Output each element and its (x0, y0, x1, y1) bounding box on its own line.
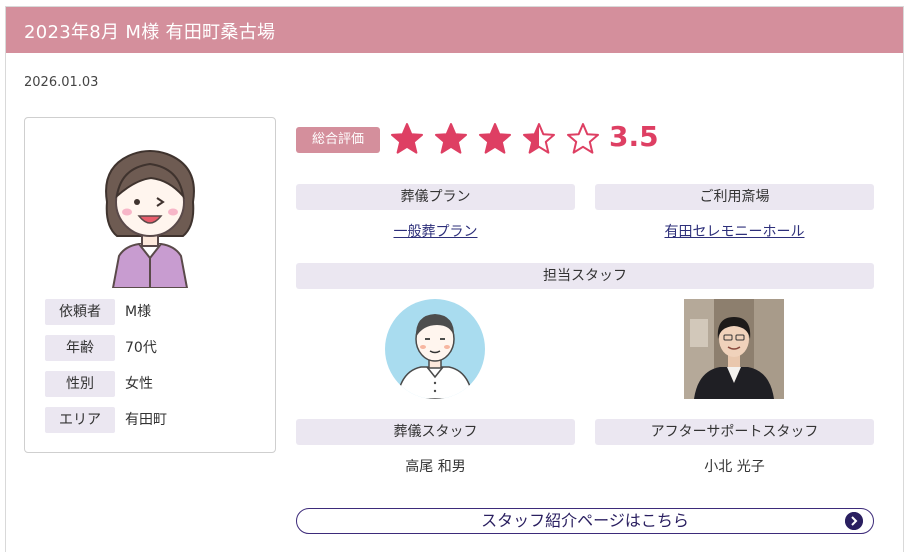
star-full-icon (435, 123, 467, 154)
staff-intro-label: スタッフ紹介ページはこちら (481, 511, 689, 530)
star-full-icon (391, 123, 423, 154)
star-half-icon (523, 123, 555, 154)
requester-label: 依頼者 (45, 299, 115, 325)
chevron-right-icon (845, 512, 863, 530)
funeral-staff-avatar-icon (385, 299, 485, 399)
gender-value: 女性 (125, 376, 153, 392)
rating-value: 3.5 (609, 120, 659, 153)
customer-avatar-icon (105, 150, 195, 288)
after-support-staff-name: 小北 光子 (704, 459, 765, 475)
area-label: エリア (45, 407, 115, 433)
gender-label: 性別 (45, 371, 115, 397)
review-title: 2023年8月 M様 有田町桑古場 (24, 22, 276, 43)
staff-intro-button[interactable]: スタッフ紹介ページはこちら (296, 508, 874, 534)
overall-rating-badge: 総合評価 (296, 127, 380, 153)
plan-label: 葬儀プラン (296, 184, 575, 210)
venue-link[interactable]: 有田セレモニーホール (595, 221, 874, 241)
post-date: 2026.01.03 (24, 75, 99, 90)
funeral-staff-label: 葬儀スタッフ (296, 419, 575, 445)
after-support-staff-label: アフターサポートスタッフ (595, 419, 874, 445)
venue-label: ご利用斎場 (595, 184, 874, 210)
age-label: 年齢 (45, 335, 115, 361)
customer-profile: 依頼者 M様 年齢 70代 性別 女性 エリア 有田町 (24, 117, 276, 453)
funeral-staff-name: 高尾 和男 (405, 459, 466, 475)
area-value: 有田町 (125, 412, 167, 428)
review-header: 2023年8月 M様 有田町桑古場 (6, 7, 903, 53)
age-value: 70代 (125, 340, 157, 356)
star-full-icon (479, 123, 511, 154)
staff-section-label: 担当スタッフ (296, 263, 874, 289)
star-empty-icon (567, 123, 599, 154)
plan-link[interactable]: 一般葬プラン (296, 221, 575, 241)
after-support-staff-photo (684, 299, 784, 399)
requester-value: M様 (125, 304, 152, 320)
